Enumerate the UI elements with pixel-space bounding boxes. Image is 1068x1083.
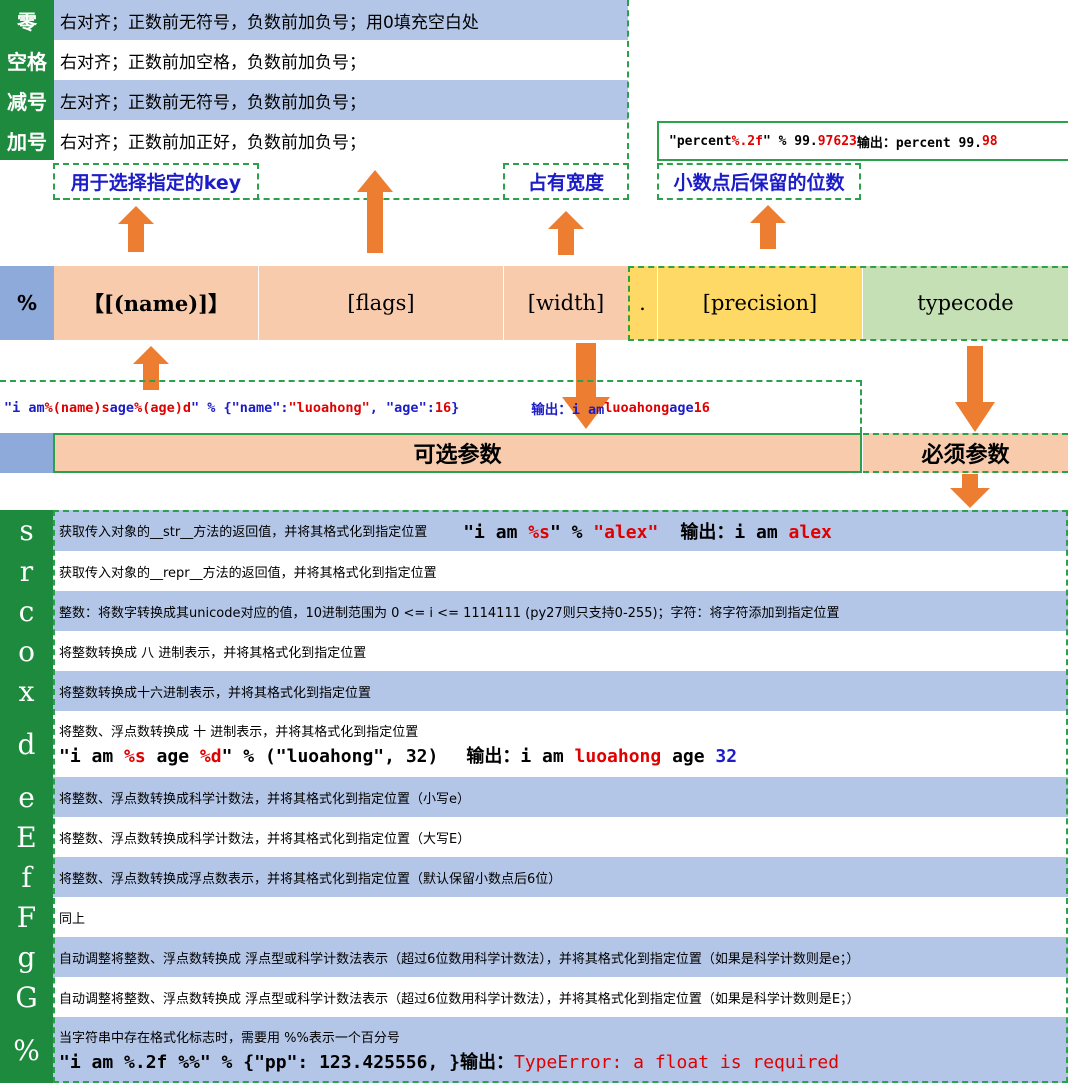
typecode-letter: F — [0, 897, 53, 937]
optional-params-label: 可选参数 — [53, 433, 862, 473]
typecode-letter: e — [0, 777, 53, 817]
typecode-desc-text: 将整数、浮点数转换成 十 进制表示，并将其格式化到指定位置 — [59, 724, 419, 740]
precision-example-result: 98 — [981, 133, 998, 149]
typecode-letter: d — [0, 711, 53, 777]
typecode-desc: 将整数转换成 八 进制表示，并将其格式化到指定位置 — [53, 631, 1068, 671]
typecode-desc: 获取传入对象的__str__方法的返回值，并将其格式化到指定位置 "i am %… — [53, 510, 1068, 551]
typecode-letter: E — [0, 817, 53, 857]
typecode-letter: G — [0, 977, 53, 1017]
flag-minus-desc: 左对齐；正数前无符号，负数前加负号； — [54, 80, 628, 120]
width-cell: [width] — [504, 266, 628, 340]
s-example-output: 输出：i am — [680, 521, 789, 543]
label-precision: 小数点后保留的位数 — [657, 163, 861, 200]
flag-zero-desc: 右对齐；正数前无符号，负数前加负号；用0填充空白处 — [54, 0, 628, 40]
flags-cell: [flags] — [259, 266, 503, 340]
typecode-letter: o — [0, 631, 53, 671]
name-example-part: } — [451, 399, 460, 416]
name-example: "i am %(name)s age %(age)d " % {"name": "… — [0, 380, 862, 433]
typecode-letter: % — [0, 1017, 53, 1083]
arrow-up-icon — [548, 211, 584, 255]
typecode-desc: 将整数、浮点数转换成 十 进制表示，并将其格式化到指定位置 "i am %s a… — [53, 711, 1068, 777]
name-example-part: age — [109, 399, 135, 416]
dot-cell: . — [628, 266, 657, 340]
label-key: 用于选择指定的key — [53, 163, 259, 200]
precision-example-digits: 97623 — [817, 133, 857, 149]
name-example-part: " % {"name": — [190, 399, 289, 416]
flag-zero-name: 零 — [0, 0, 54, 40]
typecode-desc: 将整数转换成十六进制表示，并将其格式化到指定位置 — [53, 671, 1068, 711]
name-example-output: 输出：i am — [531, 401, 605, 418]
d-example: "i am %s age %d" % ("luoahong", 32) 输出：i … — [59, 742, 1068, 768]
arrow-up-icon — [118, 206, 154, 252]
s-example: "i am %s" % "alex" 输出：i am alex — [463, 518, 832, 544]
typecode-letter: x — [0, 671, 53, 711]
typecode-desc: 整数：将数字转换成其unicode对应的值，10进制范围为 0 <= i <= … — [53, 591, 1068, 631]
s-example-part: %s — [528, 521, 550, 543]
typecode-desc: 自动调整将整数、浮点数转换成 浮点型或科学计数法表示（超过6位数用科学计数法），… — [53, 977, 1068, 1017]
typecode-desc: 当字符串中存在格式化标志时，需要用 %%表示一个百分号 "i am %.2f %… — [53, 1017, 1068, 1083]
typecode-desc-text: 当字符串中存在格式化标志时，需要用 %%表示一个百分号 — [59, 1030, 400, 1046]
precision-example-format: %.2f — [731, 133, 763, 149]
arrow-down-icon — [955, 346, 995, 432]
d-example-part: %d — [199, 745, 222, 767]
d-example-part: " % ("luoahong", 32) — [221, 745, 439, 767]
pct-example-part: "i am %.2f %%" % {"pp": 123.425556, }输出： — [59, 1051, 514, 1073]
typecode-letter: s — [0, 510, 53, 551]
typecode-cell: typecode — [863, 266, 1068, 340]
name-example-part: "luoahong" — [288, 399, 370, 416]
d-example-output: luoahong — [574, 745, 662, 767]
typecode-letter: f — [0, 857, 53, 897]
precision-cell: [precision] — [658, 266, 862, 340]
typecode-desc: 将整数、浮点数转换成科学计数法，并将其格式化到指定位置（小写e） — [53, 777, 1068, 817]
typecode-desc: 获取传入对象的__repr__方法的返回值，并将其格式化到指定位置 — [53, 551, 1068, 591]
flag-minus-name: 减号 — [0, 80, 54, 120]
typecode-desc: 自动调整将整数、浮点数转换成 浮点型或科学计数法表示（超过6位数用科学计数法），… — [53, 937, 1068, 977]
d-example-part: age — [145, 745, 200, 767]
typecode-desc-text: 获取传入对象的__str__方法的返回值，并将其格式化到指定位置 — [59, 525, 428, 540]
name-example-part: %(name)s — [44, 399, 110, 416]
name-example-part: %(age)d — [134, 399, 191, 416]
name-cell: 【[(name)]】 — [54, 266, 258, 340]
arrow-down-icon — [950, 474, 990, 508]
arrow-up-icon — [357, 170, 393, 253]
name-example-part: "i am — [4, 399, 45, 416]
d-example-output: age — [661, 745, 716, 767]
s-example-part: "i am — [463, 521, 529, 543]
pct-example: "i am %.2f %%" % {"pp": 123.425556, }输出：… — [59, 1048, 1068, 1074]
bar-spacer — [0, 433, 53, 473]
pct-example-error: TypeError: a float is required — [513, 1051, 840, 1073]
name-example-part: , "age": — [369, 399, 435, 416]
flag-space-name: 空格 — [0, 40, 54, 80]
d-example-output: 输出：i am — [466, 745, 575, 767]
typecode-letter: g — [0, 937, 53, 977]
flag-plus-desc: 右对齐；正数前加正好，负数前加负号； — [54, 120, 628, 160]
typecode-letter: r — [0, 551, 53, 591]
name-example-output: age — [669, 399, 694, 416]
d-example-part: "i am — [59, 745, 125, 767]
arrow-up-icon — [750, 205, 786, 249]
s-example-part: "alex" — [593, 521, 659, 543]
typecode-letter: c — [0, 591, 53, 631]
name-example-output: luoahong — [604, 399, 670, 416]
typecode-table: s 获取传入对象的__str__方法的返回值，并将其格式化到指定位置 "i am… — [0, 510, 1068, 1083]
precision-example: "percent %.2f " % 99. 97623 输出：percent 99. 9… — [657, 121, 1068, 161]
flag-space-desc: 右对齐；正数前加空格，负数前加负号； — [54, 40, 628, 80]
name-example-output: 16 — [693, 399, 710, 416]
typecode-desc: 同上 — [53, 897, 1068, 937]
name-example-part: 16 — [434, 399, 452, 416]
s-example-output: alex — [788, 521, 832, 543]
typecode-desc: 将整数、浮点数转换成浮点数表示，并将其格式化到指定位置（默认保留小数点后6位） — [53, 857, 1068, 897]
s-example-part: " % — [549, 521, 594, 543]
precision-example-output: 输出：percent 99. — [856, 135, 982, 151]
precision-example-part: "percent — [669, 133, 732, 149]
typecode-desc: 将整数、浮点数转换成科学计数法，并将其格式化到指定位置（大写E） — [53, 817, 1068, 857]
d-example-part: %s — [124, 745, 146, 767]
precision-example-part: " % 99. — [762, 133, 818, 149]
d-example-output: 32 — [715, 745, 738, 767]
percent-cell: % — [0, 266, 54, 340]
label-width: 占有宽度 — [503, 163, 629, 200]
flag-plus-name: 加号 — [0, 120, 54, 160]
required-params-label: 必须参数 — [863, 433, 1068, 473]
